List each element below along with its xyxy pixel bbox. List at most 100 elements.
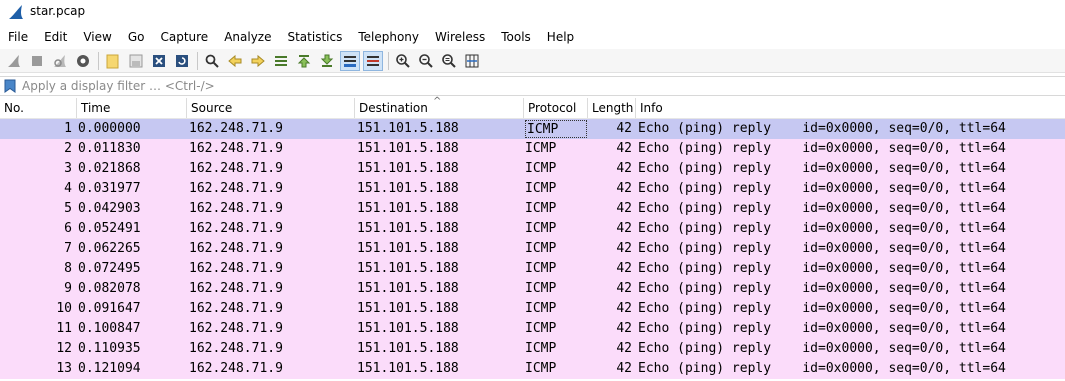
cell-time: 0.021868 [78,161,141,176]
cell-protocol: ICMP [525,341,557,356]
colorize-icon[interactable] [363,50,383,71]
close-file-icon[interactable] [149,51,169,71]
display-filter-input[interactable] [20,78,1064,94]
cell-source: 162.248.71.9 [189,321,283,336]
packet-row[interactable]: 12 0.110935 162.248.71.9 151.101.5.188 ICMP 4… [0,339,1065,359]
sort-indicator-icon: ^ [433,96,442,107]
packet-row[interactable]: 11 0.100847 162.248.71.9 151.101.5.188 ICMP 4… [0,319,1065,339]
menu-wireless[interactable]: Wireless [427,27,493,47]
cell-protocol: ICMP [525,261,557,276]
cell-info: Echo (ping) reply id=0x0000, seq=0/0, tt… [638,261,1006,276]
start-capture-icon[interactable] [4,51,24,71]
cell-source: 162.248.71.9 [189,281,283,296]
packet-list: No. Time Source Destination Protocol Len… [0,96,1065,381]
menu-view[interactable]: View [75,27,119,47]
resize-columns-icon[interactable] [462,51,482,71]
menu-analyze[interactable]: Analyze [216,27,279,47]
cell-protocol: ICMP [525,201,557,216]
packet-row[interactable]: 9 0.082078 162.248.71.9 151.101.5.188 ICMP 42… [0,279,1065,299]
toolbar-separator [197,51,198,70]
find-packet-icon[interactable] [202,51,222,71]
menu-telephony[interactable]: Telephony [350,27,427,47]
cell-length: 42 [616,161,632,176]
cell-protocol: ICMP [525,361,557,376]
filter-bookmark-icon[interactable] [4,79,16,93]
cell-source: 162.248.71.9 [189,261,283,276]
cell-no: 3 [64,161,72,176]
cell-source: 162.248.71.9 [189,341,283,356]
packet-row[interactable]: 8 0.072495 162.248.71.9 151.101.5.188 ICMP 42… [0,259,1065,279]
cell-time: 0.011830 [78,141,141,156]
last-packet-icon[interactable] [317,51,337,71]
menu-statistics[interactable]: Statistics [279,27,350,47]
packet-row[interactable]: 3 0.021868 162.248.71.9 151.101.5.188 ICMP 42… [0,159,1065,179]
cell-length: 42 [616,301,632,316]
stop-capture-icon[interactable] [27,51,47,71]
packet-row[interactable]: 7 0.062265 162.248.71.9 151.101.5.188 ICMP 42… [0,239,1065,259]
column-header-no[interactable]: No. [0,98,76,118]
cell-info: Echo (ping) reply id=0x0000, seq=0/0, tt… [638,281,1006,296]
go-forward-icon[interactable] [248,51,268,71]
packet-row[interactable]: 13 0.121094 162.248.71.9 151.101.5.188 ICMP 4… [0,359,1065,379]
go-back-icon[interactable] [225,51,245,71]
reload-file-icon[interactable] [172,51,192,71]
column-header-length[interactable]: Length [587,98,635,118]
cell-destination: 151.101.5.188 [357,181,459,196]
packet-row[interactable]: 1 0.000000 162.248.71.9 151.101.5.188 ICMP 42… [0,119,1065,139]
column-header-info[interactable]: Info [635,98,1065,118]
packet-row[interactable]: 2 0.011830 162.248.71.9 151.101.5.188 ICMP 42… [0,139,1065,159]
cell-time: 0.110935 [78,341,141,356]
cell-destination: 151.101.5.188 [357,121,459,136]
open-file-icon[interactable] [103,51,123,71]
cell-info: Echo (ping) reply id=0x0000, seq=0/0, tt… [638,321,1006,336]
restart-capture-icon[interactable] [50,51,70,71]
cell-protocol: ICMP [525,161,557,176]
save-file-icon[interactable] [126,51,146,71]
packet-row[interactable]: 10 0.091647 162.248.71.9 151.101.5.188 ICMP 4… [0,299,1065,319]
zoom-out-icon[interactable] [416,51,436,71]
menu-file[interactable]: File [0,27,36,47]
zoom-in-icon[interactable] [393,51,413,71]
cell-no: 11 [56,321,72,336]
packet-row[interactable]: 6 0.052491 162.248.71.9 151.101.5.188 ICMP 42… [0,219,1065,239]
cell-protocol: ICMP [525,321,557,336]
menu-help[interactable]: Help [539,27,582,47]
cell-length: 42 [616,281,632,296]
cell-destination: 151.101.5.188 [357,221,459,236]
menu-go[interactable]: Go [120,27,153,47]
cell-destination: 151.101.5.188 [357,361,459,376]
packet-list-header: No. Time Source Destination Protocol Len… [0,96,1065,119]
capture-options-icon[interactable] [73,51,93,71]
menu-edit[interactable]: Edit [36,27,75,47]
cell-time: 0.052491 [78,221,141,236]
packet-row[interactable]: 5 0.042903 162.248.71.9 151.101.5.188 ICMP 42… [0,199,1065,219]
cell-info: Echo (ping) reply id=0x0000, seq=0/0, tt… [638,121,1006,136]
cell-length: 42 [616,361,632,376]
cell-info: Echo (ping) reply id=0x0000, seq=0/0, tt… [638,141,1006,156]
go-to-packet-icon[interactable] [271,51,291,71]
menu-tools[interactable]: Tools [493,27,539,47]
normal-size-icon[interactable] [439,51,459,71]
cell-info: Echo (ping) reply id=0x0000, seq=0/0, tt… [638,161,1006,176]
column-header-protocol[interactable]: Protocol [523,98,587,118]
packet-row[interactable]: 4 0.031977 162.248.71.9 151.101.5.188 ICMP 42… [0,179,1065,199]
packet-rows: 1 0.000000 162.248.71.9 151.101.5.188 ICMP 42… [0,119,1065,379]
cell-source: 162.248.71.9 [189,181,283,196]
cell-protocol: ICMP [525,120,587,138]
display-filter-bar [0,76,1065,96]
cell-info: Echo (ping) reply id=0x0000, seq=0/0, tt… [638,341,1006,356]
menu-capture[interactable]: Capture [152,27,216,47]
column-header-source[interactable]: Source [186,98,354,118]
cell-source: 162.248.71.9 [189,161,283,176]
cell-length: 42 [616,261,632,276]
cell-no: 1 [64,121,72,136]
cell-no: 9 [64,281,72,296]
autoscroll-icon[interactable] [340,50,360,71]
column-header-time[interactable]: Time [76,98,186,118]
main-toolbar [0,49,1065,73]
cell-no: 4 [64,181,72,196]
cell-length: 42 [616,201,632,216]
cell-source: 162.248.71.9 [189,221,283,236]
cell-info: Echo (ping) reply id=0x0000, seq=0/0, tt… [638,301,1006,316]
first-packet-icon[interactable] [294,51,314,71]
